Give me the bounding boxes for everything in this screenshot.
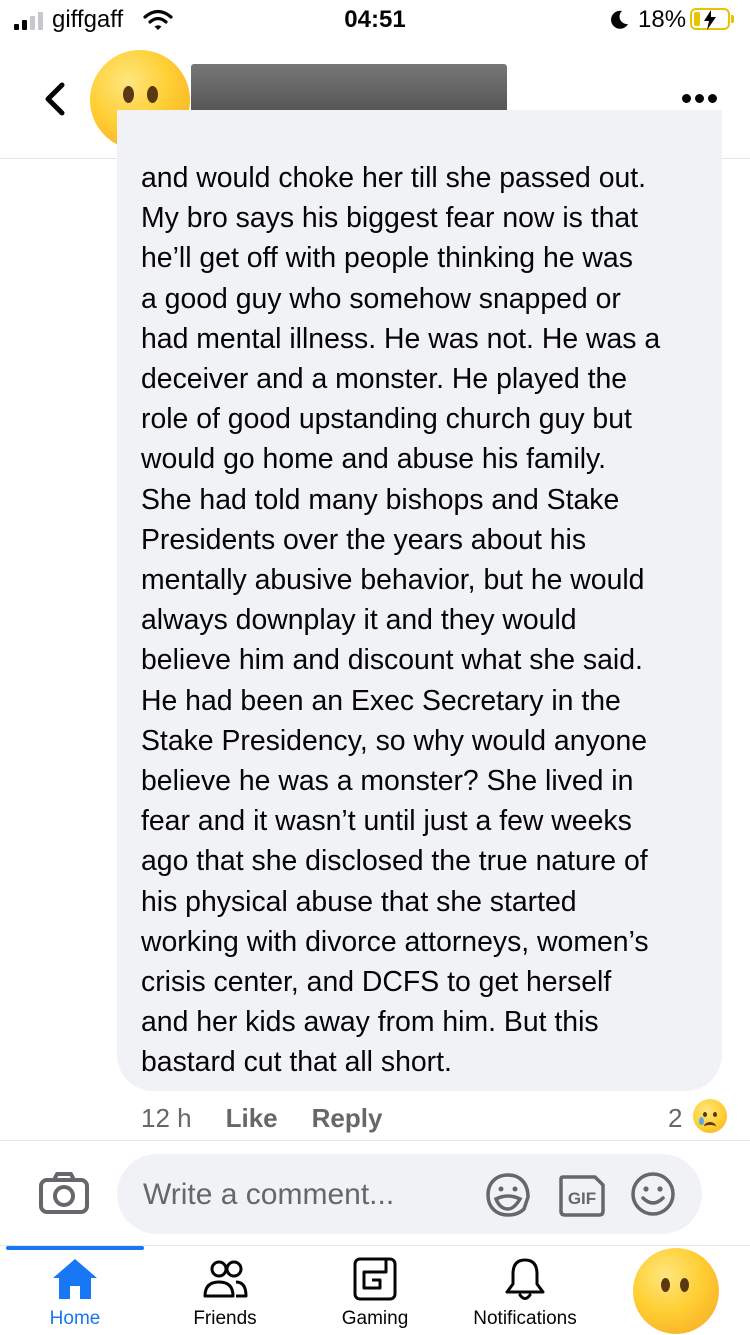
comment-actions: 12 h Like Reply (141, 1098, 382, 1138)
gaming-icon (353, 1257, 397, 1301)
tab-notifications[interactable]: Notifications (450, 1256, 600, 1335)
comment-line: bastard cut that all short. (141, 1046, 452, 1079)
comment-line: crisis center, and DCFS to get herself (141, 966, 612, 999)
tab-friends[interactable]: Friends (150, 1256, 300, 1335)
camera-icon (39, 1172, 89, 1214)
battery-percent: 18% (638, 6, 687, 33)
sticker-button[interactable] (484, 1171, 532, 1224)
moon-icon (608, 9, 630, 36)
gif-icon: GIF (559, 1175, 605, 1217)
comment-line: working with divorce attorneys, women’s (141, 925, 649, 958)
battery-icon (690, 8, 730, 30)
comment-line: Presidents over the years about his (141, 523, 587, 556)
tab-label-friends: Friends (193, 1308, 257, 1329)
comment-composer: GIF (0, 1140, 750, 1246)
reply-button[interactable]: Reply (312, 1103, 383, 1134)
comment-line: role of good upstanding church guy but (141, 403, 632, 436)
active-tab-indicator (6, 1246, 144, 1250)
comment-input-container[interactable]: GIF (117, 1154, 702, 1236)
comment-line: Stake Presidency, so why would anyone (141, 724, 648, 757)
comment-line: had mental illness. He was not. He was a (141, 322, 661, 355)
sticker-icon (486, 1173, 530, 1217)
comment-line: believe he was a monster? She lived in (141, 765, 634, 798)
comment-line: and her kids away from him. But this (141, 1006, 599, 1039)
comment-text: and would choke her till she passed out.… (141, 158, 711, 1083)
like-button[interactable]: Like (226, 1103, 278, 1134)
more-options-button[interactable] (682, 94, 717, 103)
comment-line: his physical abuse that she started (141, 885, 577, 918)
sad-crying-face-icon[interactable] (693, 1099, 727, 1133)
comment-line: he’ll get off with people thinking he wa… (141, 242, 633, 275)
home-icon (53, 1259, 97, 1299)
bell-icon (505, 1258, 545, 1300)
camera-button[interactable] (38, 1171, 90, 1220)
tab-label-home: Home (49, 1308, 101, 1329)
battery-nub (731, 15, 734, 23)
comment-line: believe him and discount what she said. (141, 644, 643, 677)
profile-menu-avatar[interactable] (633, 1248, 719, 1334)
emoji-icon (631, 1172, 675, 1216)
comment-timestamp: 12 h (141, 1102, 192, 1133)
comment-line: My bro says his biggest fear now is that (141, 202, 639, 235)
chevron-left-icon (45, 82, 65, 116)
comment-line: ago that she disclosed the true nature o… (141, 845, 648, 878)
comment-line: a good guy who somehow snapped or (141, 282, 621, 315)
back-button[interactable] (36, 79, 76, 119)
comment-line: always downplay it and they would (141, 604, 577, 637)
tab-gaming[interactable]: Gaming (300, 1256, 450, 1335)
comment-line: He had been an Exec Secretary in the (141, 684, 621, 717)
comment-line: mentally abusive behavior, but he would (141, 564, 645, 597)
comment-line: and would choke her till she passed out. (141, 162, 647, 194)
gif-label: GIF (568, 1189, 596, 1208)
tab-home[interactable]: Home (0, 1256, 150, 1335)
comment-input[interactable] (141, 1154, 465, 1236)
tab-label-gaming: Gaming (341, 1308, 409, 1329)
gif-button[interactable]: GIF (557, 1171, 607, 1224)
emoji-button[interactable] (629, 1170, 677, 1223)
friends-icon (203, 1260, 248, 1298)
comment-line: She had told many bishops and Stake (141, 483, 620, 516)
comment-line: fear and it wasn’t until just a few week… (141, 805, 632, 838)
comment-line: would go home and abuse his family. (141, 443, 607, 476)
status-bar: giffgaff 04:51 18% (0, 0, 750, 44)
tab-label-notifications: Notifications (473, 1308, 577, 1329)
reaction-count[interactable]: 2 (668, 1098, 682, 1138)
comment-line: deceiver and a monster. He played the (141, 363, 628, 396)
